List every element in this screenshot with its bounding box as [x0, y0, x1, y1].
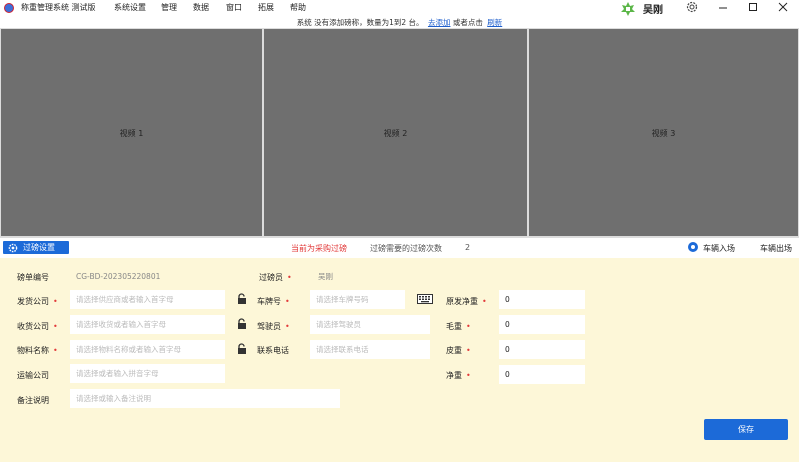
minimize-icon[interactable] [716, 1, 730, 14]
add-scale-link[interactable]: 去添加 [428, 18, 451, 27]
material-label: 物料名称 • [17, 346, 58, 355]
weigh-settings-button[interactable]: 过磅设置 [3, 241, 69, 254]
save-button[interactable]: 保存 [704, 419, 788, 440]
title-bar: 称重管理系统 测试版 系统设置 管理 数据 窗口 拓展 帮助 吴刚 [0, 0, 799, 16]
tare-input[interactable]: 0 [499, 340, 585, 359]
gross-label: 毛重 • [446, 322, 471, 331]
video-label-3: 视频 3 [651, 129, 676, 138]
driver-label: 驾驶员 • [257, 322, 290, 331]
vehicle-out-label[interactable]: 车辆出场 [760, 243, 792, 254]
plate-input[interactable]: 请选择车牌号码 [310, 290, 405, 309]
video-pane-3[interactable]: 视频 3 [529, 29, 798, 236]
refresh-link[interactable]: 刷新 [487, 18, 502, 27]
video-pane-1[interactable]: 视频 1 [1, 29, 262, 236]
lock-icon[interactable] [236, 343, 248, 355]
weigh-count-value: 2 [465, 243, 471, 252]
transport-input[interactable]: 请选择或者输入拼音字母 [70, 364, 225, 383]
origin-net-label: 原发净重 • [446, 297, 487, 306]
notice-bar: 系统 没有添加磅称，数量为1到2 台。 去添加 或者点击 刷新 [0, 17, 799, 28]
menu-window[interactable]: 窗口 [226, 2, 242, 13]
video-label-1: 视频 1 [119, 129, 144, 138]
keyboard-icon[interactable] [417, 294, 433, 304]
plate-label: 车牌号 • [257, 297, 290, 306]
gross-input[interactable]: 0 [499, 315, 585, 334]
remark-label: 备注说明 [17, 396, 49, 405]
net-input[interactable]: 0 [499, 365, 585, 384]
phone-label: 联系电话 [257, 346, 289, 355]
lock-icon[interactable] [236, 318, 248, 330]
video-pane-2[interactable]: 视频 2 [264, 29, 527, 236]
origin-net-input[interactable]: 0 [499, 290, 585, 309]
radio-vehicle-in[interactable] [688, 242, 698, 252]
driver-input[interactable]: 请选择驾驶员 [310, 315, 430, 334]
maximize-icon[interactable] [746, 1, 760, 14]
net-label: 净重 • [446, 371, 471, 380]
bill-no-label: 磅单编号 [17, 273, 49, 282]
app-logo-icon [4, 3, 14, 13]
settings-gear-icon [8, 243, 18, 252]
material-input[interactable]: 请选择物料名称或者输入首字母 [70, 340, 225, 359]
menu-extend[interactable]: 拓展 [258, 2, 274, 13]
weigh-form [0, 258, 799, 462]
vehicle-in-label[interactable]: 车辆入场 [703, 243, 735, 254]
close-icon[interactable] [776, 1, 790, 14]
menu-system-settings[interactable]: 系统设置 [114, 2, 146, 13]
weigh-mode-text: 当前为采购过磅 [291, 244, 347, 253]
gear-icon[interactable] [685, 0, 699, 14]
notice-middle-text: 或者点击 [452, 18, 483, 27]
tare-label: 皮重 • [446, 346, 471, 355]
video-strip: 视频 1 视频 2 视频 3 [0, 28, 799, 238]
receiver-input[interactable]: 请选择收货或者输入首字母 [70, 315, 225, 334]
receiver-label: 收货公司 • [17, 322, 58, 331]
bill-no-value: CG-BD-202305220801 [76, 272, 161, 281]
weigher-label: 过磅员 • [259, 273, 292, 282]
menu-data[interactable]: 数据 [193, 2, 209, 13]
lock-icon[interactable] [236, 293, 248, 305]
remark-input[interactable]: 请选择或输入备注说明 [70, 389, 340, 408]
notice-text: 系统 没有添加磅称，数量为1到2 台。 [296, 18, 424, 27]
menu-manage[interactable]: 管理 [161, 2, 177, 13]
sender-label: 发货公司 • [17, 297, 58, 306]
weigher-value: 吴刚 [318, 272, 333, 281]
brand-logo-icon [621, 2, 635, 16]
weigh-settings-label: 过磅设置 [23, 243, 55, 252]
sender-input[interactable]: 请选择供应商或者输入首字母 [70, 290, 225, 309]
video-label-2: 视频 2 [383, 129, 408, 138]
menu-help[interactable]: 帮助 [290, 2, 306, 13]
app-title: 称重管理系统 测试版 [21, 3, 96, 12]
transport-label: 运输公司 [17, 371, 49, 380]
phone-input[interactable]: 请选择联系电话 [310, 340, 430, 359]
user-name: 吴刚 [643, 5, 663, 16]
weigh-count-label: 过磅需要的过磅次数 [370, 244, 442, 253]
